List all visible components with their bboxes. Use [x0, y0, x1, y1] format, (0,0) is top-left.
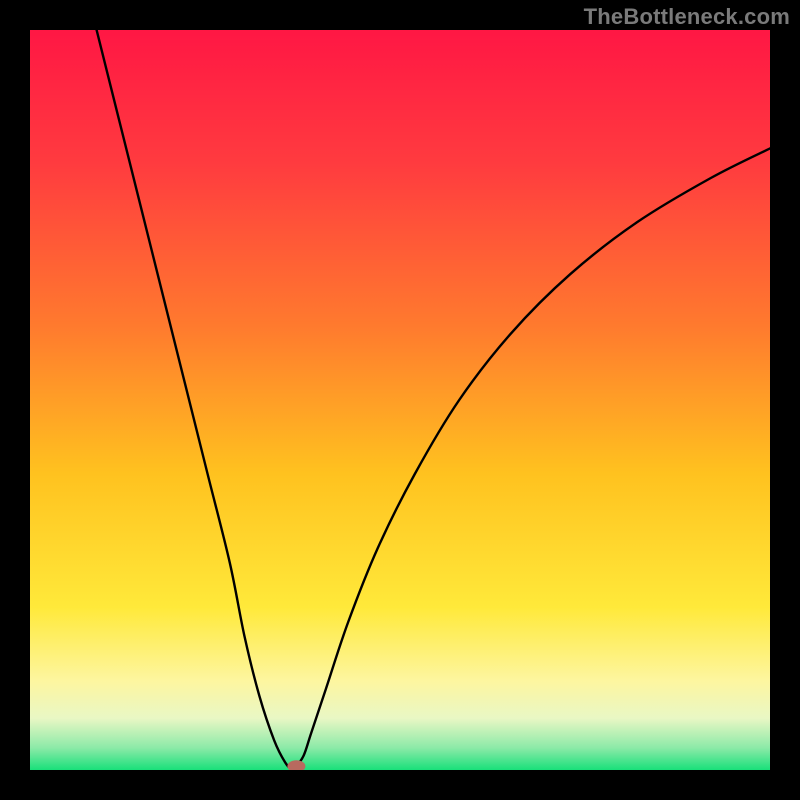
watermark-text: TheBottleneck.com — [584, 4, 790, 30]
chart-frame: TheBottleneck.com — [0, 0, 800, 800]
plot-area — [30, 30, 770, 770]
bottleneck-chart — [30, 30, 770, 770]
gradient-background — [30, 30, 770, 770]
